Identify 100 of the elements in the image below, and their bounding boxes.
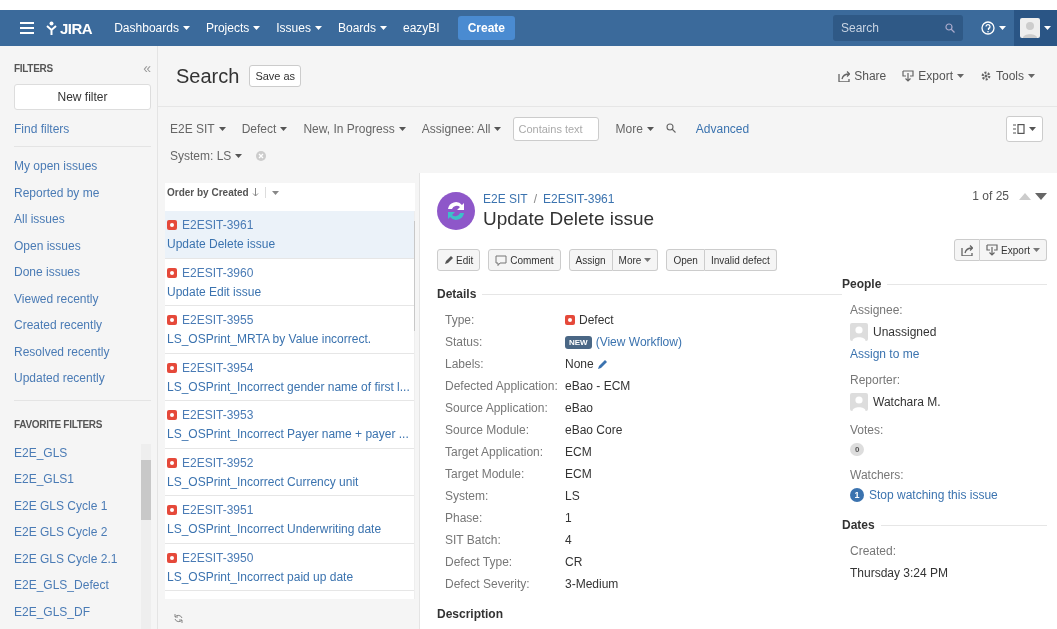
- new-filter-button[interactable]: New filter: [14, 84, 151, 110]
- caret-icon: [957, 74, 964, 78]
- filter-dropdown[interactable]: Defect: [241, 119, 294, 138]
- layout-switcher-button[interactable]: [1006, 115, 1043, 142]
- pencil-icon: [444, 255, 453, 265]
- caret-icon: [398, 126, 406, 131]
- filter-dropdown[interactable]: Assignee: All: [421, 119, 508, 138]
- collapse-button[interactable]: «: [143, 60, 151, 76]
- favorite-filter-link[interactable]: E2E_GLS_DF: [14, 602, 141, 629]
- scrollbar[interactable]: [141, 443, 151, 629]
- jira-logo[interactable]: JIRA: [46, 19, 93, 37]
- issue-key: E2ESIT-3955: [182, 313, 254, 327]
- nav-menu-item[interactable]: Projects: [197, 17, 269, 39]
- search-icon: [665, 122, 676, 133]
- favorite-filter-link[interactable]: E2E GLS Cycle 2: [14, 523, 141, 550]
- field-value: 1: [565, 511, 572, 525]
- defect-type-icon: [565, 315, 575, 325]
- field-value: ECM: [565, 445, 592, 459]
- issue-list-item[interactable]: E2ESIT-3953 LS_OSPrint_Incorrect Payer name + payer ...: [165, 401, 414, 449]
- nav-menu-item[interactable]: Dashboards: [106, 17, 198, 39]
- view-workflow-link[interactable]: (View Workflow): [595, 335, 682, 349]
- create-button[interactable]: Create: [457, 16, 516, 40]
- nav-menu-item[interactable]: eazyBI: [395, 17, 448, 39]
- text-search-field[interactable]: Contains text: [513, 116, 600, 141]
- field-value: 4: [565, 533, 572, 547]
- caret-icon: [218, 126, 226, 131]
- issue-list-item[interactable]: E2ESIT-3960 Update Edit issue: [165, 258, 414, 306]
- breadcrumb-separator: /: [533, 192, 538, 206]
- share-button[interactable]: Share: [830, 69, 895, 83]
- share-button[interactable]: [954, 239, 981, 261]
- refresh-icon: [172, 613, 184, 624]
- assign-to-me-link[interactable]: Assign to me: [850, 347, 920, 361]
- next-issue-button[interactable]: [1035, 192, 1047, 200]
- nav-menu-item[interactable]: Issues: [268, 17, 330, 39]
- field-label: Created:: [850, 544, 898, 558]
- order-options-button[interactable]: [271, 190, 279, 195]
- field-label: Defect Type:: [445, 555, 514, 569]
- more-dropdown[interactable]: More: [615, 119, 660, 138]
- edit-button[interactable]: Edit: [437, 249, 481, 271]
- caret-icon: [182, 26, 190, 30]
- filter-link[interactable]: Viewed recently: [14, 289, 151, 316]
- issue-key: E2ESIT-3950: [182, 550, 254, 565]
- issue-list-item[interactable]: E2ESIT-3951 LS_OSPrint_Incorrect Underwriting date: [165, 496, 414, 544]
- favorite-filter-link[interactable]: E2E_GLS1: [14, 470, 141, 497]
- caret-icon: [999, 26, 1006, 30]
- profile-button[interactable]: [1014, 10, 1057, 46]
- defect-type-icon: [167, 552, 177, 563]
- field-value: 3-Medium: [565, 577, 619, 591]
- more-button[interactable]: More: [612, 249, 659, 271]
- caret-icon: [494, 126, 502, 131]
- save-as-button[interactable]: Save as: [249, 65, 302, 87]
- filter-link[interactable]: Updated recently: [14, 369, 151, 396]
- filter-link[interactable]: Created recently: [14, 316, 151, 343]
- field-label: Source Module:: [445, 423, 531, 437]
- watcher-count[interactable]: 1: [850, 488, 864, 502]
- export-button[interactable]: Export: [980, 239, 1047, 261]
- issue-key-link[interactable]: E2ESIT-3961: [543, 192, 615, 206]
- nav-menu-item[interactable]: Boards: [329, 17, 395, 39]
- scrollbar[interactable]: [413, 211, 415, 599]
- advanced-search-link[interactable]: Advanced: [695, 121, 750, 136]
- field-value: eBao Core: [565, 423, 623, 437]
- stop-watching-link[interactable]: Stop watching this issue: [869, 488, 998, 502]
- filter-dropdown[interactable]: E2E SIT: [170, 119, 232, 138]
- workflow-button[interactable]: Assign: [568, 249, 613, 271]
- vote-count[interactable]: 0: [850, 443, 865, 456]
- filter-link[interactable]: Resolved recently: [14, 342, 151, 369]
- search-field[interactable]: Search: [833, 15, 963, 41]
- field-label: Target Module:: [445, 467, 526, 481]
- issue-list-item[interactable]: E2ESIT-3950 LS_OSPrint_Incorrect paid up date: [165, 543, 414, 591]
- issue-list-item[interactable]: E2ESIT-3955 LS_OSPrint_MRTA by Value incorrect.: [165, 306, 414, 354]
- field-value: CR: [565, 555, 583, 569]
- filter-link[interactable]: Reported by me: [14, 183, 151, 210]
- tools-button[interactable]: Tools: [972, 69, 1043, 83]
- comment-button[interactable]: Comment: [488, 249, 561, 271]
- find-filters-link[interactable]: Find filters: [14, 120, 151, 142]
- favorite-filter-link[interactable]: E2E_GLS: [14, 443, 141, 470]
- filter-link[interactable]: Open issues: [14, 236, 151, 263]
- workflow-button[interactable]: Invalid defect: [704, 249, 777, 271]
- created-date: Thursday 3:24 PM: [850, 566, 950, 580]
- filter-link[interactable]: All issues: [14, 210, 151, 237]
- pencil-icon: [597, 359, 608, 369]
- favorite-filter-link[interactable]: E2E_GLS_Defect: [14, 576, 141, 603]
- export-button[interactable]: Export: [894, 69, 972, 83]
- defect-type-icon: [167, 410, 177, 420]
- issue-list-item[interactable]: E2ESIT-3954 LS_OSPrint_Incorrect gender name of first l...: [165, 353, 414, 401]
- order-by-button[interactable]: Order by Created: [167, 187, 266, 198]
- favorite-filter-link[interactable]: E2E GLS Cycle 1: [14, 496, 141, 523]
- edit-labels-button[interactable]: [597, 359, 608, 369]
- sidebar-heading: FILTERS: [14, 62, 53, 74]
- filter-link[interactable]: My open issues: [14, 157, 151, 184]
- field-label: Defect Severity:: [445, 577, 531, 591]
- issue-list-item[interactable]: E2ESIT-3961 Update Delete issue: [165, 211, 414, 259]
- field-value: Defect: [579, 313, 614, 327]
- filter-link[interactable]: Done issues: [14, 263, 151, 290]
- filter-dropdown[interactable]: System: LS: [170, 146, 249, 165]
- project-link[interactable]: E2E SIT: [483, 192, 528, 206]
- workflow-button[interactable]: Open: [666, 249, 705, 271]
- issue-list-item[interactable]: E2ESIT-3952 LS_OSPrint_Incorrect Currency unit: [165, 448, 414, 496]
- filter-dropdown[interactable]: New, In Progress: [303, 119, 412, 138]
- favorite-filter-link[interactable]: E2E GLS Cycle 2.1: [14, 549, 141, 576]
